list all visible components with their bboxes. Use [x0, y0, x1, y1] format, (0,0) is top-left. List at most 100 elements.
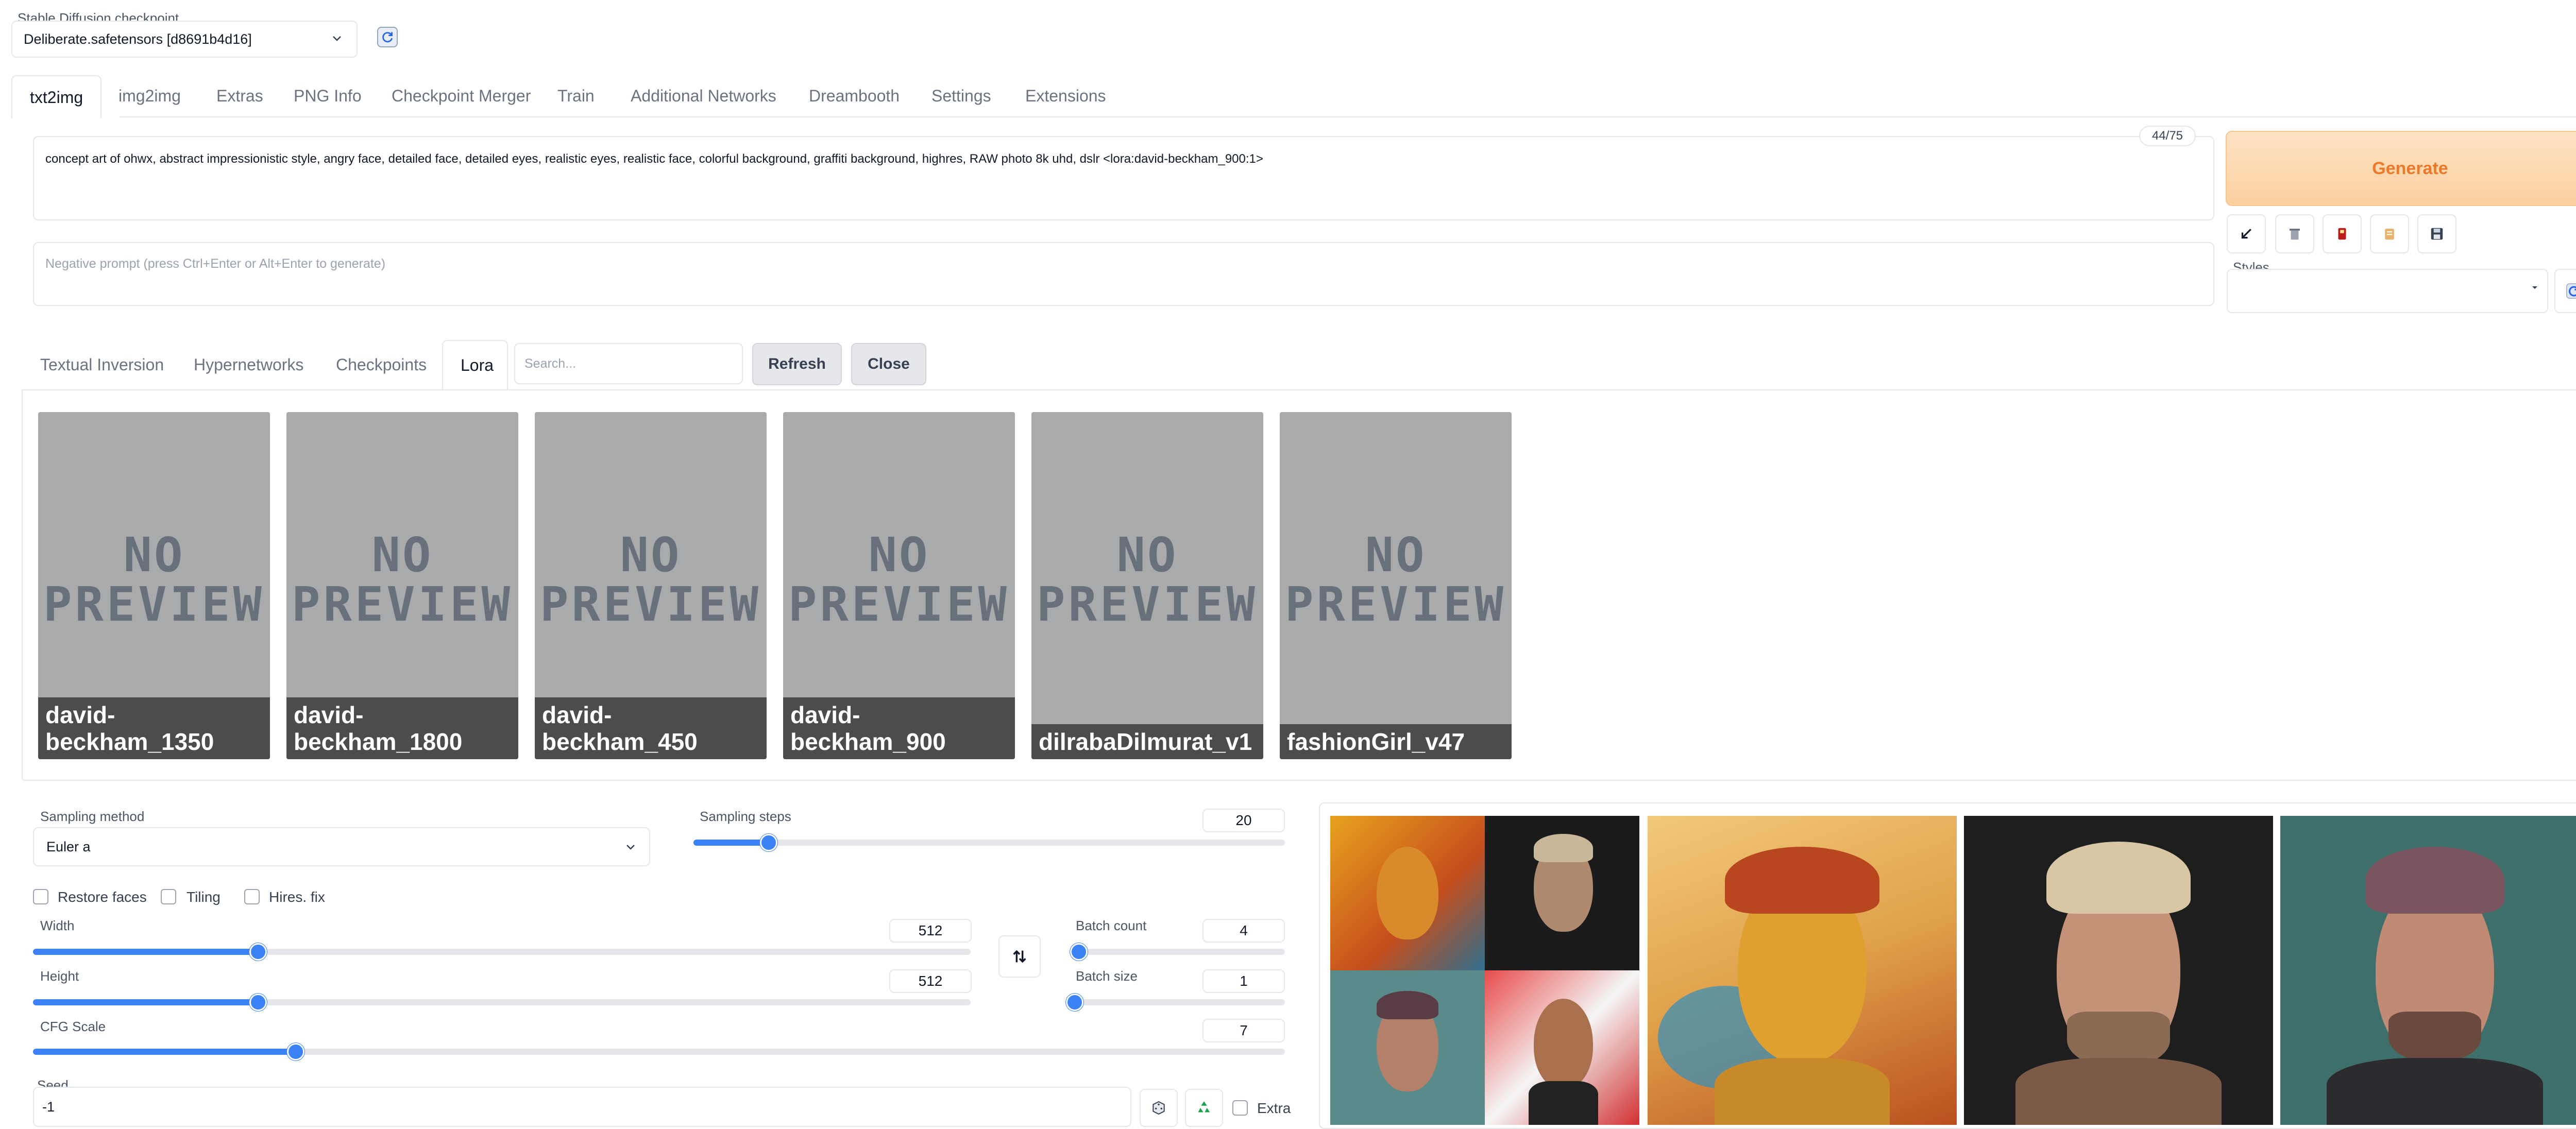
tab-train[interactable]: Train [540, 75, 612, 116]
height-fill [33, 999, 258, 1005]
tab-checkpoint-merger[interactable]: Checkpoint Merger [374, 75, 548, 116]
tab-lora[interactable]: Lora [442, 340, 508, 389]
sampling-steps-track[interactable] [693, 840, 1285, 846]
checkpoint-value: Deliberate.safetensors [d8691b4d16] [24, 31, 252, 47]
lora-card-name: dilrabaDilmurat_v1 [1031, 724, 1263, 759]
seed-input[interactable]: -1 [33, 1087, 1131, 1127]
batch-count-slider[interactable] [1070, 943, 1088, 961]
lora-card-name: david-beckham_450 [535, 697, 767, 759]
batch-count-input[interactable]: 4 [1202, 919, 1285, 943]
restore-faces-label: Restore faces [58, 889, 147, 905]
batch-size-input[interactable]: 1 [1202, 969, 1285, 993]
generate-button[interactable]: Generate [2226, 131, 2576, 206]
seed-value: -1 [42, 1099, 55, 1115]
batch-count-track[interactable] [1075, 949, 1285, 955]
no-preview-image: NO PREVIEW [788, 527, 1010, 632]
batch-size-track[interactable] [1075, 999, 1285, 1005]
save-style-icon[interactable] [2417, 214, 2456, 253]
extra-seed-checkbox[interactable] [1232, 1100, 1248, 1116]
checkpoint-dropdown[interactable]: Deliberate.safetensors [d8691b4d16] [11, 21, 358, 58]
height-input[interactable]: 512 [889, 969, 972, 993]
restore-faces-checkbox[interactable] [33, 889, 48, 904]
height-slider[interactable] [249, 994, 267, 1011]
sampling-method-label: Sampling method [40, 809, 145, 824]
sampling-steps-slider[interactable] [760, 834, 778, 851]
no-preview-image: NO PREVIEW [1285, 527, 1506, 632]
tab-divider [120, 116, 2576, 117]
gallery-grid-image[interactable] [1330, 816, 1639, 1125]
height-label: Height [40, 968, 79, 984]
tab-img2img[interactable]: img2img [101, 75, 198, 116]
refresh-checkpoint-icon[interactable] [377, 27, 398, 47]
lora-card[interactable]: NO PREVIEW david-beckham_1800 [286, 412, 518, 759]
batch-size-slider[interactable] [1066, 994, 1083, 1011]
refresh-button[interactable]: Refresh [752, 343, 842, 385]
tab-checkpoints[interactable]: Checkpoints [318, 340, 444, 389]
tab-extras[interactable]: Extras [199, 75, 281, 116]
tab-dreambooth[interactable]: Dreambooth [791, 75, 917, 116]
batch-size-label: Batch size [1076, 968, 1138, 984]
gallery-image-2[interactable] [1964, 816, 2273, 1125]
gallery-image-1[interactable] [1648, 816, 1957, 1125]
tab-settings[interactable]: Settings [914, 75, 1009, 116]
dice-icon[interactable] [1140, 1089, 1178, 1127]
lora-card-name: fashionGirl_v47 [1280, 724, 1512, 759]
lora-card-name: david-beckham_1800 [286, 697, 518, 759]
tiling-label: Tiling [187, 889, 221, 905]
refresh-styles-icon[interactable] [2554, 269, 2576, 313]
sampling-steps-label: Sampling steps [700, 809, 791, 824]
width-fill [33, 949, 258, 955]
tiling-checkbox[interactable] [161, 889, 176, 904]
network-search-placeholder: Search... [524, 356, 577, 371]
sampling-steps-input[interactable]: 20 [1202, 809, 1285, 832]
lora-card[interactable]: NO PREVIEW david-beckham_450 [535, 412, 767, 759]
cfg-scale-label: CFG Scale [40, 1019, 106, 1034]
batch-count-label: Batch count [1076, 918, 1147, 933]
tab-png-info[interactable]: PNG Info [276, 75, 379, 116]
cfg-scale-slider[interactable] [287, 1043, 305, 1060]
chevron-down-icon [624, 841, 637, 857]
width-slider[interactable] [249, 943, 267, 961]
cfg-scale-input[interactable]: 7 [1202, 1019, 1285, 1042]
network-search-input[interactable]: Search... [514, 343, 743, 384]
lora-card[interactable]: NO PREVIEW david-beckham_1350 [38, 412, 270, 759]
styles-dropdown[interactable] [2227, 269, 2548, 313]
width-label: Width [40, 918, 75, 933]
no-preview-image: NO PREVIEW [540, 527, 761, 632]
chevron-down-icon [331, 32, 343, 48]
no-preview-image: NO PREVIEW [1037, 527, 1258, 632]
show-extra-networks-icon[interactable] [2323, 214, 2362, 253]
sampling-steps-fill [693, 840, 769, 846]
no-preview-image: NO PREVIEW [292, 527, 513, 632]
prompt-text: concept art of ohwx, abstract impression… [45, 152, 1263, 166]
negative-prompt-textarea[interactable]: Negative prompt (press Ctrl+Enter or Alt… [33, 242, 2214, 306]
close-button[interactable]: Close [851, 343, 926, 385]
trash-icon[interactable] [2275, 214, 2314, 253]
lora-card-name: david-beckham_900 [783, 697, 1015, 759]
lora-card[interactable]: NO PREVIEW fashionGirl_v47 [1280, 412, 1512, 759]
tab-additional-networks[interactable]: Additional Networks [613, 75, 794, 116]
clipboard-icon[interactable] [2370, 214, 2409, 253]
lora-card[interactable]: NO PREVIEW dilrabaDilmurat_v1 [1031, 412, 1263, 759]
lora-card-name: david-beckham_1350 [38, 697, 270, 759]
token-counter: 44/75 [2139, 126, 2196, 146]
cfg-scale-fill [33, 1049, 296, 1055]
no-preview-image: NO PREVIEW [43, 527, 265, 632]
prompt-textarea[interactable]: concept art of ohwx, abstract impression… [33, 136, 2214, 220]
gallery-image-3[interactable] [2280, 816, 2576, 1125]
tab-extensions[interactable]: Extensions [1008, 75, 1124, 116]
tab-txt2img[interactable]: txt2img [11, 75, 102, 118]
tab-hypernetworks[interactable]: Hypernetworks [176, 340, 321, 389]
hires-fix-label: Hires. fix [269, 889, 325, 905]
sampling-method-value: Euler a [46, 839, 91, 854]
negative-prompt-placeholder: Negative prompt (press Ctrl+Enter or Alt… [45, 256, 386, 271]
hires-fix-checkbox[interactable] [244, 889, 260, 904]
swap-dimensions-icon[interactable] [998, 935, 1041, 978]
lora-card[interactable]: NO PREVIEW david-beckham_900 [783, 412, 1015, 759]
extra-seed-label: Extra [1257, 1100, 1291, 1116]
width-input[interactable]: 512 [889, 919, 972, 943]
tab-textual-inversion[interactable]: Textual Inversion [23, 340, 181, 389]
recycle-icon[interactable] [1185, 1089, 1223, 1127]
sampling-method-dropdown[interactable]: Euler a [33, 827, 650, 866]
paste-arrow-icon[interactable] [2227, 214, 2266, 253]
